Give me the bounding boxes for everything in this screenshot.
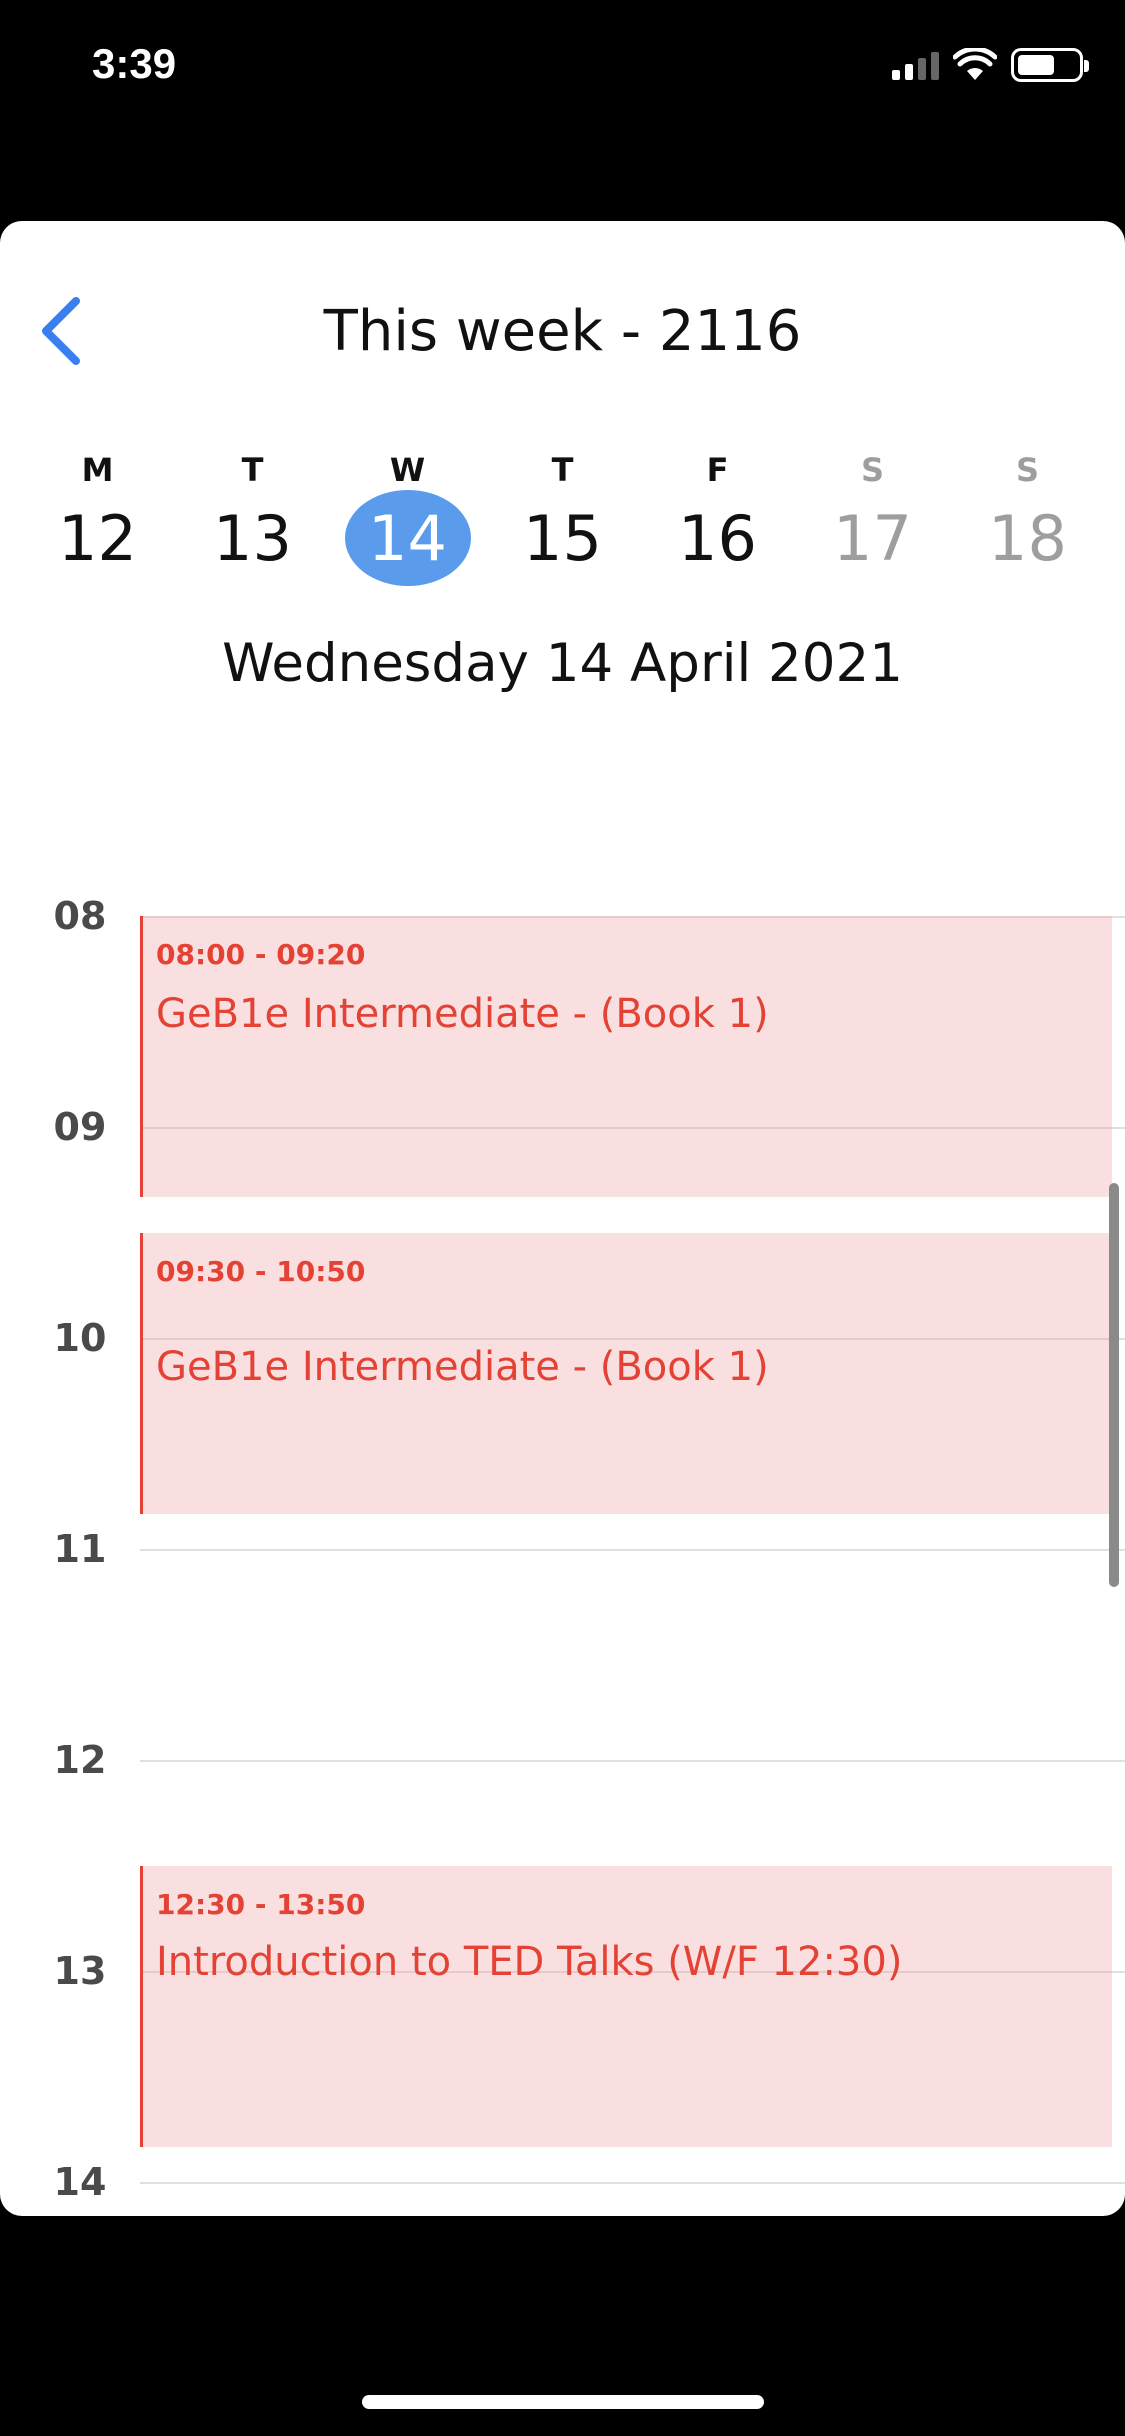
hour-label: 14 (53, 2160, 107, 2204)
event-title: GeB1e Intermediate - (Book 1) (156, 1344, 769, 1390)
day-thursday[interactable]: T 15 (485, 446, 640, 586)
day-number: 18 (988, 501, 1067, 575)
cellular-signal-icon (892, 50, 939, 80)
hour-row-14: 14 (0, 2160, 1125, 2204)
battery-fill (1018, 55, 1054, 75)
event-time: 08:00 - 09:20 (156, 938, 366, 971)
day-saturday[interactable]: S 17 (795, 446, 950, 586)
event-card[interactable]: 08:00 - 09:20 GeB1e Intermediate - (Book… (140, 916, 1112, 1197)
day-number: 13 (213, 501, 292, 575)
status-icons (892, 48, 1089, 82)
timeline-scrollbar[interactable] (1109, 1183, 1119, 1587)
day-number: 15 (523, 501, 602, 575)
day-letter: T (241, 451, 264, 489)
day-letter: W (389, 451, 426, 489)
day-tuesday[interactable]: T 13 (175, 446, 330, 586)
home-indicator[interactable] (362, 2395, 764, 2409)
day-sunday[interactable]: S 18 (950, 446, 1105, 586)
day-letter: S (860, 451, 885, 489)
hour-row-11: 11 (0, 1527, 1125, 1571)
schedule-sheet: This week - 2116 M 12 T 13 W 14 T 15 F 1… (0, 221, 1125, 2216)
hour-label: 12 (53, 1738, 107, 1782)
hour-label: 08 (53, 894, 107, 938)
hour-gridline (140, 1549, 1125, 1551)
day-number: 17 (833, 501, 912, 575)
hour-label: 10 (53, 1316, 107, 1360)
day-number: 12 (58, 501, 137, 575)
battery-icon (1011, 48, 1089, 82)
hour-gridline (140, 2182, 1125, 2184)
day-number-selected: 14 (344, 490, 471, 586)
day-wednesday[interactable]: W 14 (330, 446, 485, 586)
event-time: 12:30 - 13:50 (156, 1888, 366, 1921)
event-card[interactable]: 09:30 - 10:50 GeB1e Intermediate - (Book… (140, 1233, 1112, 1514)
day-letter: T (551, 451, 574, 489)
event-title: Introduction to TED Talks (W/F 12:30) (156, 1939, 903, 1985)
day-letter: M (81, 451, 114, 489)
day-friday[interactable]: F 16 (640, 446, 795, 586)
day-monday[interactable]: M 12 (20, 446, 175, 586)
hour-label: 11 (53, 1527, 107, 1571)
week-strip: M 12 T 13 W 14 T 15 F 16 S 17 S 18 (20, 446, 1105, 586)
day-letter: F (706, 451, 729, 489)
day-number: 16 (678, 501, 757, 575)
hour-label: 13 (53, 1949, 107, 1993)
day-letter: S (1015, 451, 1040, 489)
timeline[interactable]: 08 09 10 11 12 13 14 08:00 - 09:20 GeB1e… (0, 894, 1125, 2216)
event-card[interactable]: 12:30 - 13:50 Introduction to TED Talks … (140, 1866, 1112, 2147)
hour-label: 09 (53, 1105, 107, 1149)
hour-row-12: 12 (0, 1738, 1125, 1782)
hour-gridline (140, 1760, 1125, 1762)
status-bar: 3:39 (0, 0, 1125, 140)
wifi-icon (953, 48, 997, 80)
event-title: GeB1e Intermediate - (Book 1) (156, 991, 769, 1037)
selected-date-label: Wednesday 14 April 2021 (222, 633, 903, 694)
event-time: 09:30 - 10:50 (156, 1255, 366, 1288)
page-title: This week - 2116 (323, 299, 802, 364)
status-time: 3:39 (92, 40, 177, 87)
